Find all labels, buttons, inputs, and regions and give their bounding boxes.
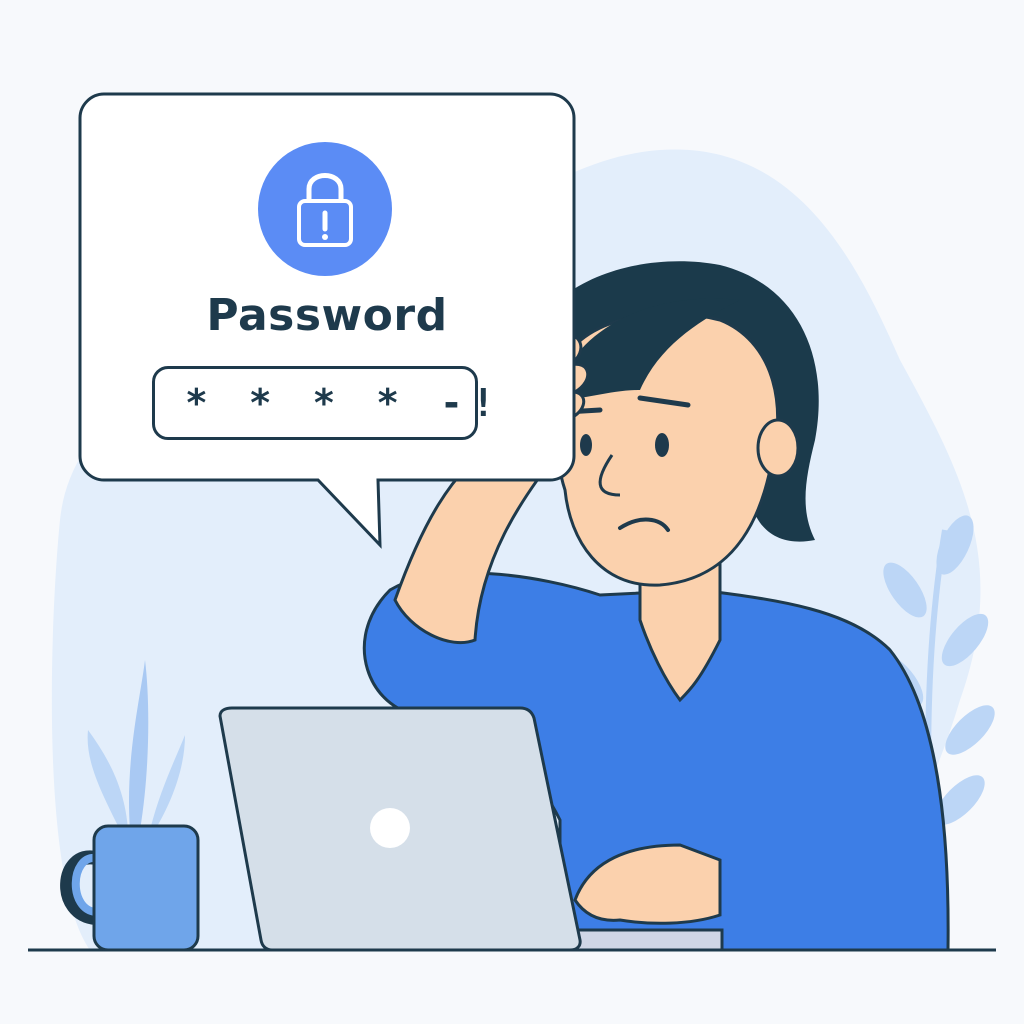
lock-warning-icon: [258, 142, 392, 276]
password-dialog: Password * * * * -!: [80, 94, 574, 480]
password-value: * * * * -!: [185, 381, 504, 425]
password-title: Password: [206, 290, 448, 341]
password-input[interactable]: * * * * -!: [152, 366, 495, 440]
